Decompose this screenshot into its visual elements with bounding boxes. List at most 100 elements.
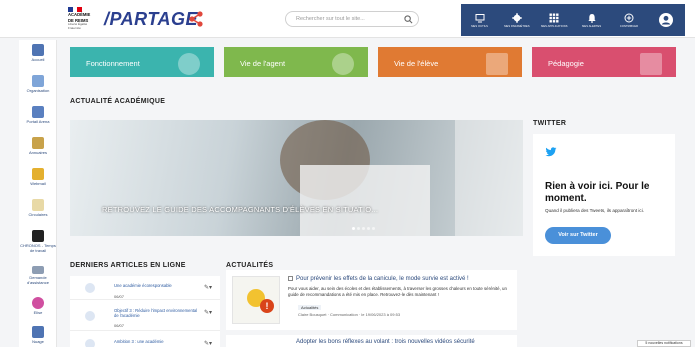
tile-label: Pédagogie: [548, 59, 584, 68]
carousel-dot[interactable]: [362, 227, 365, 230]
carousel-dots: [352, 227, 375, 230]
sidebar-item-nuage[interactable]: Nuage: [19, 326, 57, 347]
nav-contribuer[interactable]: CONTRIBUER: [610, 4, 647, 36]
sidebar-item-webmail[interactable]: Webmail: [19, 168, 57, 196]
news-item[interactable]: ! Pour prévenir les effets de la canicul…: [226, 270, 517, 330]
top-navigation: MES OUTILS MES PARAMÈTRES MES APPLICATIO…: [461, 4, 685, 36]
logo-motto: Liberté Égalité Fraternité: [68, 22, 88, 30]
sidebar-item-chronos[interactable]: CHRONOS - Temps de travail: [19, 230, 57, 266]
elise-icon: [32, 297, 44, 309]
sidebar-item-portail-arena[interactable]: Portail Arena: [19, 106, 57, 134]
carousel-dot[interactable]: [352, 227, 355, 230]
news-checkbox[interactable]: [288, 276, 293, 281]
smile-icon: [332, 53, 354, 75]
academy-logo[interactable]: ACADÉMIE DE REIMS Liberté Égalité Frater…: [68, 7, 96, 34]
edit-pencil-icon[interactable]: ✎▾: [204, 284, 212, 291]
nav-label: MES OUTILS: [471, 24, 489, 28]
notifications-toast[interactable]: 5 nouvelles notifications: [637, 340, 691, 347]
logo-line1: ACADÉMIE: [68, 12, 91, 17]
sidebar-item-label: CHRONOS - Temps de travail: [20, 243, 56, 253]
home-icon: [32, 44, 44, 56]
section-title-actualites: ACTUALITÉS: [226, 262, 274, 269]
news-title[interactable]: Adopter les bons réflexes au volant : tr…: [296, 339, 475, 345]
sidebar-item-label: Elise: [33, 310, 43, 315]
edit-pencil-icon[interactable]: ✎▾: [204, 309, 212, 316]
nav-label: MES ALERTES: [582, 24, 602, 28]
search-placeholder: Rechercher sur tout le site...: [296, 16, 365, 22]
site-brand[interactable]: /PARTAGE: [104, 9, 198, 30]
book-icon: [486, 53, 508, 75]
portal-icon: [32, 106, 44, 118]
twitter-empty-subtext: Quand il publiera des Tweets, ils appara…: [545, 208, 644, 213]
nav-label: MES APPLICATIONS: [541, 24, 568, 28]
bell-icon: [587, 13, 596, 23]
wave-icon: [178, 53, 200, 75]
section-title-actualite-academique: ACTUALITÉ ACADÉMIQUE: [70, 98, 166, 105]
assistance-icon: [32, 266, 44, 274]
news-body: Pour vous aider, au sein des écoles et d…: [288, 286, 507, 297]
edit-pencil-icon[interactable]: ✎▾: [204, 340, 212, 347]
folder-icon: [640, 53, 662, 75]
article-icon: [85, 311, 95, 321]
tile-pedagogie[interactable]: Pédagogie: [532, 47, 676, 77]
sidebar-item-elise[interactable]: Elise: [19, 297, 57, 325]
article-date: 06/07: [114, 294, 125, 299]
tile-label: Vie de l'agent: [240, 59, 286, 68]
article-title[interactable]: Objectif 3 : Réduire l'impact environnem…: [114, 308, 202, 318]
sidebar-item-label: Webmail: [30, 181, 46, 186]
share-icon: [189, 11, 203, 27]
gear-icon: [512, 12, 522, 23]
carousel-image-detail: [455, 120, 523, 236]
article-title[interactable]: Une académie écoresponsable: [114, 283, 202, 288]
sidebar-item-annuaires[interactable]: Annuaires: [19, 137, 57, 165]
cloud-icon: [32, 326, 44, 338]
carousel-dot[interactable]: [357, 227, 360, 230]
tile-vie-agent[interactable]: Vie de l'agent: [224, 47, 368, 77]
sidebar-item-assistance[interactable]: Demande d'assistance: [19, 266, 57, 300]
sidebar-item-label: Organisation: [26, 88, 50, 93]
search-icon[interactable]: [404, 15, 413, 24]
sidebar-item-circulaires[interactable]: Circulaires: [19, 199, 57, 227]
tile-label: Vie de l'élève: [394, 59, 439, 68]
tile-fonctionnement[interactable]: Fonctionnement: [70, 47, 214, 77]
section-title-twitter: TWITTER: [533, 120, 567, 127]
nav-mes-outils[interactable]: MES OUTILS: [461, 4, 498, 36]
directory-icon: [32, 137, 44, 149]
carousel-caption[interactable]: RETROUVEZ LE GUIDE DES ACCOMPAGNANTS D'É…: [102, 205, 378, 214]
carousel-dot[interactable]: [372, 227, 375, 230]
news-tag[interactable]: Actualités: [298, 305, 322, 310]
warning-icon: !: [260, 299, 274, 313]
sidebar-item-label: Accueil: [31, 57, 45, 62]
user-icon: [662, 15, 671, 25]
news-meta: Claire Bousquet · Communication · le 19/…: [298, 312, 401, 317]
news-item[interactable]: Adopter les bons réflexes au volant : tr…: [226, 335, 517, 347]
nav-user-account[interactable]: [648, 4, 685, 36]
avatar: [659, 13, 674, 27]
nav-mes-applications[interactable]: MES APPLICATIONS: [536, 4, 573, 36]
nav-mes-parametres[interactable]: MES PARAMÈTRES: [498, 4, 535, 36]
news-title[interactable]: Pour prévenir les effets de la canicule,…: [296, 276, 469, 282]
list-item[interactable]: Objectif 3 : Réduire l'impact environnem…: [70, 301, 220, 331]
article-date: 06/07: [114, 323, 125, 328]
carousel-dot[interactable]: [367, 227, 370, 230]
sidebar-item-label: Circulaires: [28, 212, 48, 217]
list-item[interactable]: Ambition 3 : une académie ✎▾: [70, 332, 220, 347]
tile-vie-eleve[interactable]: Vie de l'élève: [378, 47, 522, 77]
webmail-icon: [32, 168, 44, 180]
tile-label: Fonctionnement: [86, 59, 140, 68]
list-item[interactable]: Une académie écoresponsable 06/07 ✎▾: [70, 276, 220, 300]
search-input[interactable]: Rechercher sur tout le site...: [285, 11, 419, 27]
nav-label: CONTRIBUER: [619, 24, 639, 28]
organisation-icon: [32, 75, 44, 87]
sidebar-item-organisation[interactable]: Organisation: [19, 75, 57, 103]
twitter-bird-icon: [545, 147, 557, 157]
view-on-twitter-button[interactable]: Voir sur Twitter: [545, 227, 611, 244]
carousel-image-detail: [300, 165, 430, 236]
news-carousel[interactable]: RETROUVEZ LE GUIDE DES ACCOMPAGNANTS D'É…: [70, 120, 523, 236]
article-title[interactable]: Ambition 3 : une académie: [114, 339, 202, 344]
grid-icon: [549, 13, 559, 22]
sidebar-item-accueil[interactable]: Accueil: [19, 44, 57, 72]
nav-mes-alertes[interactable]: MES ALERTES: [573, 4, 610, 36]
chronos-icon: [32, 230, 44, 242]
news-thumbnail: !: [232, 276, 280, 324]
